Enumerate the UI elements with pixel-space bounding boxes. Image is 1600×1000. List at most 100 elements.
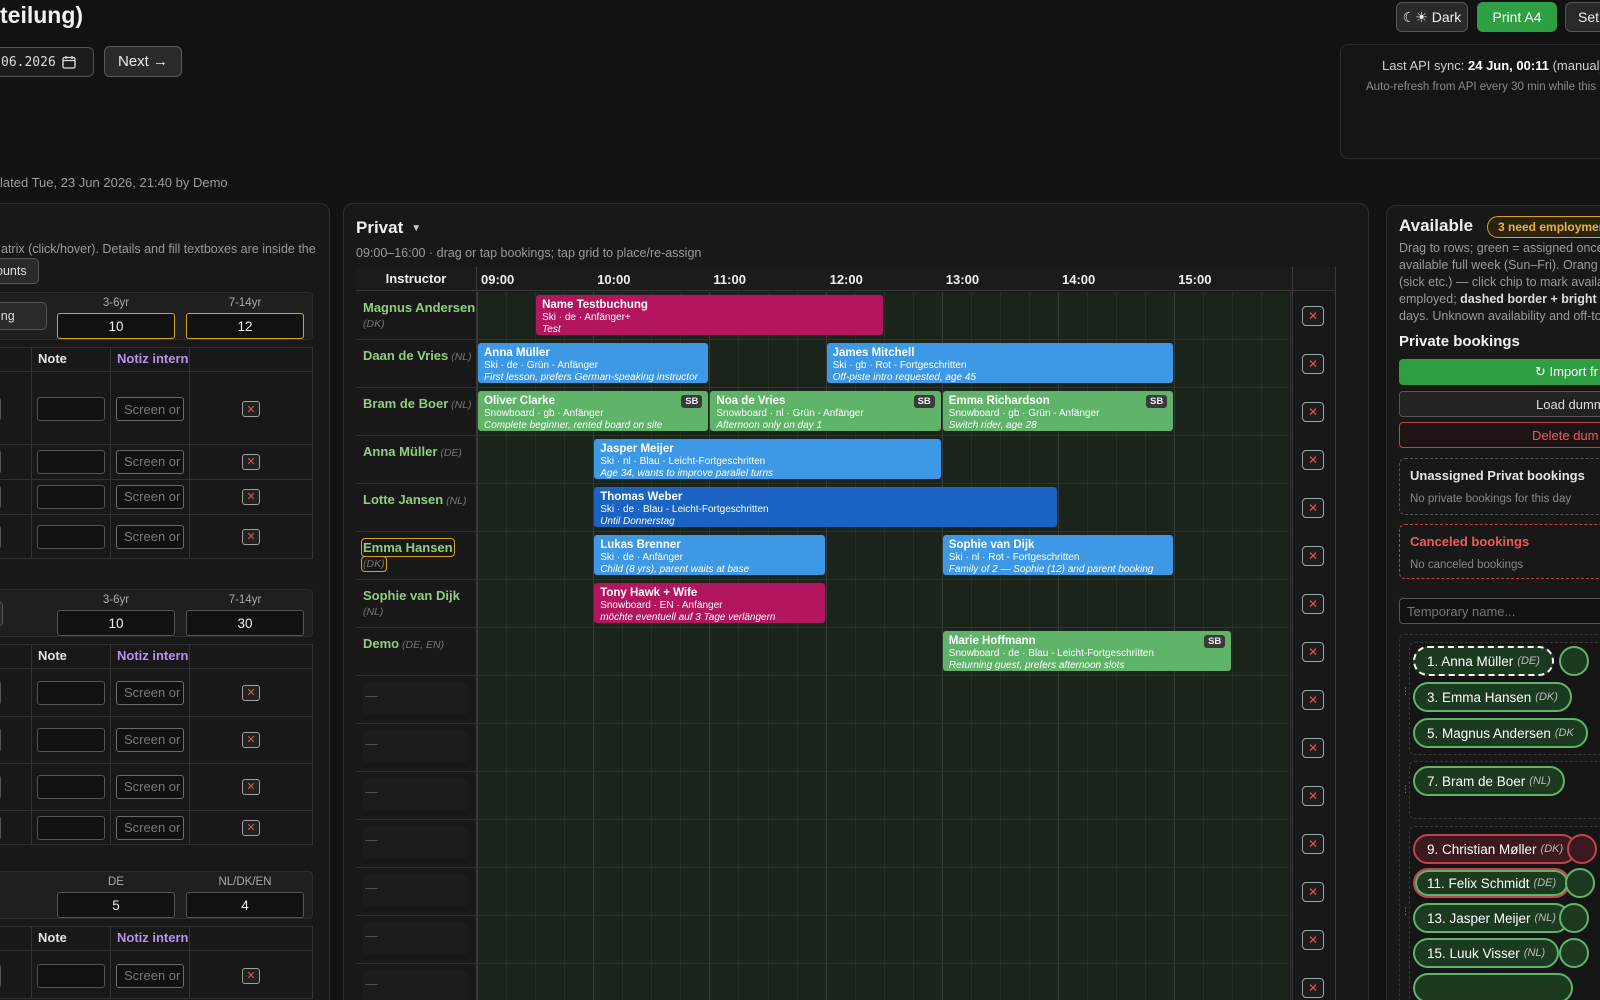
clear-row-icon[interactable]: ✕ bbox=[1302, 978, 1324, 998]
row-status-input[interactable]: r bbox=[0, 449, 1, 474]
clear-row-icon[interactable]: ✕ bbox=[1302, 306, 1324, 326]
notiz-intern-input[interactable]: Screen or bbox=[116, 524, 184, 549]
booking-grid-area[interactable]: Name Testbuchung Ski · de · Anfänger+ Test… bbox=[477, 292, 1292, 1000]
remove-row-icon[interactable]: ✕ bbox=[242, 453, 260, 470]
clear-row-icon[interactable]: ✕ bbox=[1302, 690, 1324, 710]
instructor-cell[interactable]: Emma Hansen (DK) bbox=[356, 532, 477, 580]
instructor-cell[interactable]: — bbox=[356, 676, 477, 724]
remove-row-icon[interactable]: ✕ bbox=[242, 819, 260, 836]
remove-row-icon[interactable]: ✕ bbox=[242, 401, 260, 417]
notiz-intern-input[interactable]: Screen or bbox=[116, 963, 184, 988]
instructor-cell[interactable]: Magnus Andersen (DK) bbox=[356, 292, 477, 340]
note-input[interactable] bbox=[37, 524, 105, 549]
booking-toggle-button[interactable] bbox=[0, 601, 3, 627]
clear-row-icon[interactable]: ✕ bbox=[1302, 354, 1324, 374]
privat-title[interactable]: Privat ▼ bbox=[356, 218, 421, 238]
age-count-input[interactable]: 10 bbox=[57, 610, 175, 636]
remove-row-icon[interactable]: ✕ bbox=[242, 528, 260, 545]
booking-block[interactable]: Jasper Meijer Ski · nl · Blau - Leicht-Fo… bbox=[594, 439, 941, 479]
instructor-cell[interactable]: Lotte Jansen (NL) bbox=[356, 484, 477, 532]
booking-block[interactable]: Emma Richardson Snowboard · gb · Grün - A… bbox=[942, 391, 1174, 431]
instructor-chip[interactable]: 1. Anna Müller (DE) bbox=[1413, 646, 1554, 676]
instructor-cell[interactable]: — bbox=[356, 820, 477, 868]
booking-block[interactable]: Tony Hawk + Wife Snowboard · EN · Anfänge… bbox=[594, 583, 825, 623]
notiz-intern-input[interactable]: Screen or bbox=[116, 774, 184, 799]
delete-dummy-button[interactable]: Delete dum bbox=[1399, 422, 1600, 448]
clear-row-icon[interactable]: ✕ bbox=[1302, 786, 1324, 806]
print-a4-button[interactable]: Print A4 bbox=[1477, 2, 1557, 32]
age-count-input[interactable]: 4 bbox=[186, 892, 304, 918]
instructor-chip[interactable] bbox=[1559, 646, 1589, 676]
clear-row-icon[interactable]: ✕ bbox=[1302, 594, 1324, 614]
booking-block[interactable]: Sophie van Dijk Ski · nl · Rot - Fortgesc… bbox=[942, 535, 1174, 575]
notiz-intern-input[interactable]: Screen or bbox=[116, 727, 184, 752]
empty-instructor-slot[interactable]: — bbox=[363, 826, 468, 858]
row-status-input[interactable] bbox=[0, 774, 1, 799]
import-button[interactable]: ↻ Import fr bbox=[1399, 359, 1600, 385]
row-status-input[interactable] bbox=[0, 680, 1, 705]
clear-row-icon[interactable]: ✕ bbox=[1302, 498, 1324, 518]
instructor-cell[interactable]: Bram de Boer (NL) bbox=[356, 388, 477, 436]
booking-block[interactable]: Lukas Brenner Ski · de · Anfänger Child (8… bbox=[594, 535, 825, 575]
instructor-chip[interactable] bbox=[1559, 938, 1589, 968]
load-dummy-button[interactable]: Load dumm bbox=[1399, 391, 1600, 417]
instructor-chip[interactable]: 9. Christian Møller (DK) bbox=[1413, 834, 1578, 864]
notiz-intern-input[interactable]: Screen or bbox=[116, 449, 184, 474]
booking-toggle-button[interactable]: ing bbox=[0, 302, 47, 330]
instructor-cell[interactable]: Demo (DE, EN) bbox=[356, 628, 477, 676]
row-status-input[interactable] bbox=[0, 727, 1, 752]
instructor-chip[interactable]: 15. Luuk Visser (NL) bbox=[1413, 938, 1560, 968]
booking-block[interactable]: Name Testbuchung Ski · de · Anfänger+ Test bbox=[536, 295, 883, 335]
empty-instructor-slot[interactable]: — bbox=[363, 778, 468, 810]
booking-block[interactable]: Marie Hoffmann Snowboard · de · Blau - Le… bbox=[942, 631, 1232, 671]
clear-row-icon[interactable]: ✕ bbox=[1302, 546, 1324, 566]
instructor-cell[interactable]: Sophie van Dijk (NL) bbox=[356, 580, 477, 628]
instructor-cell[interactable]: — bbox=[356, 724, 477, 772]
note-input[interactable] bbox=[37, 963, 105, 988]
note-input[interactable] bbox=[37, 727, 105, 752]
remove-row-icon[interactable]: ✕ bbox=[242, 778, 260, 795]
note-input[interactable] bbox=[37, 680, 105, 705]
notiz-intern-input[interactable]: Screen or bbox=[116, 815, 184, 840]
row-status-input[interactable] bbox=[0, 963, 1, 988]
clear-row-icon[interactable]: ✕ bbox=[1302, 738, 1324, 758]
notiz-intern-input[interactable]: Screen or bbox=[116, 397, 184, 421]
instructor-chip[interactable]: 3. Emma Hansen (DK) bbox=[1413, 682, 1572, 712]
booking-block[interactable]: Thomas Weber Ski · de · Blau - Leicht-For… bbox=[594, 487, 1057, 527]
instructor-chip[interactable] bbox=[1565, 868, 1595, 898]
instructor-chip[interactable] bbox=[1567, 834, 1597, 864]
note-input[interactable] bbox=[37, 397, 105, 421]
empty-instructor-slot[interactable]: — bbox=[363, 922, 468, 954]
instructor-chip[interactable]: 13. Jasper Meijer (NL) bbox=[1413, 903, 1570, 933]
instructor-cell[interactable]: — bbox=[356, 772, 477, 820]
instructor-cell[interactable]: — bbox=[356, 868, 477, 916]
clear-row-icon[interactable]: ✕ bbox=[1302, 642, 1324, 662]
remove-row-icon[interactable]: ✕ bbox=[242, 967, 260, 984]
empty-instructor-slot[interactable]: — bbox=[363, 682, 468, 714]
age-count-input[interactable]: 10 bbox=[57, 313, 175, 339]
note-input[interactable] bbox=[37, 815, 105, 840]
instructor-cell[interactable]: — bbox=[356, 964, 477, 1000]
instructor-cell[interactable]: — bbox=[356, 916, 477, 964]
age-count-input[interactable]: 12 bbox=[186, 313, 304, 339]
clear-row-icon[interactable]: ✕ bbox=[1302, 930, 1324, 950]
note-input[interactable] bbox=[37, 774, 105, 799]
instructor-cell[interactable]: Anna Müller (DE) bbox=[356, 436, 477, 484]
instructor-chip[interactable]: 11. Felix Schmidt (DE) bbox=[1413, 868, 1571, 898]
instructor-chip[interactable]: 5. Magnus Andersen (DK bbox=[1413, 718, 1588, 748]
row-status-input[interactable]: r bbox=[0, 524, 1, 549]
instructor-chip[interactable]: 7. Bram de Boer (NL) bbox=[1413, 766, 1565, 796]
clear-row-icon[interactable]: ✕ bbox=[1302, 402, 1324, 422]
note-input[interactable] bbox=[37, 484, 105, 509]
empty-instructor-slot[interactable]: — bbox=[363, 730, 468, 762]
booking-block[interactable]: Oliver Clarke Snowboard · gb · Anfänger Co… bbox=[478, 391, 709, 431]
clear-row-icon[interactable]: ✕ bbox=[1302, 450, 1324, 470]
instructor-chip[interactable] bbox=[1413, 973, 1573, 1000]
row-status-input[interactable]: r bbox=[0, 397, 1, 421]
dark-mode-button[interactable]: ☾☀ Dark bbox=[1396, 2, 1468, 32]
booking-block[interactable]: Anna Müller Ski · de · Grün - Anfänger Fir… bbox=[478, 343, 709, 383]
notiz-intern-input[interactable]: Screen or bbox=[116, 484, 184, 509]
note-input[interactable] bbox=[37, 449, 105, 474]
settings-button[interactable]: Set bbox=[1565, 2, 1600, 32]
temporary-name-input[interactable]: Temporary name... bbox=[1399, 598, 1600, 624]
